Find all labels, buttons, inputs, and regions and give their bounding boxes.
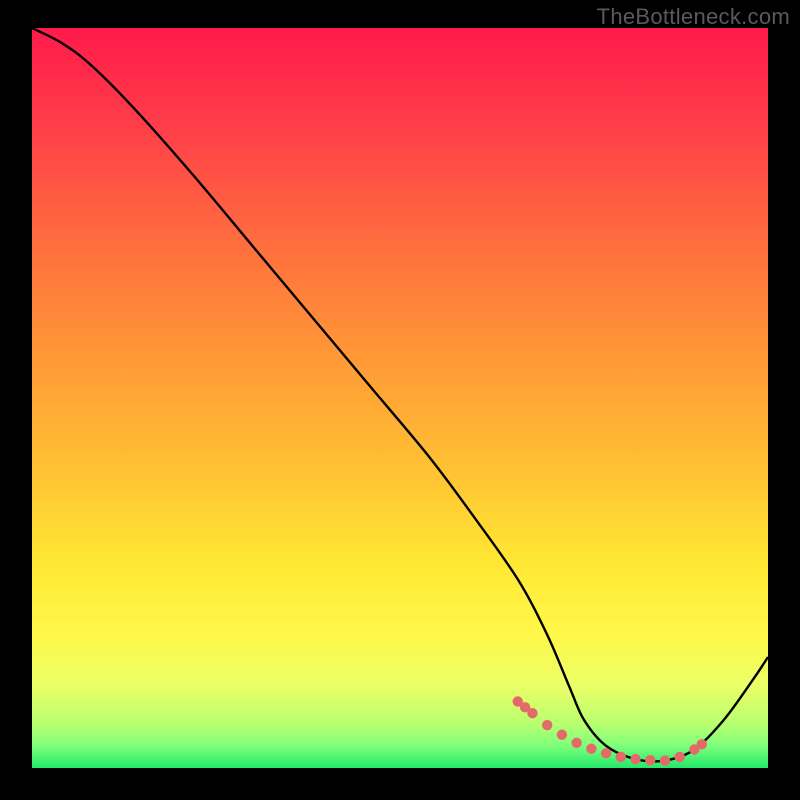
marker-dot xyxy=(674,752,684,762)
marker-dot xyxy=(645,755,655,765)
marker-dot xyxy=(697,739,707,749)
watermark-text: TheBottleneck.com xyxy=(597,4,790,30)
marker-dot xyxy=(527,708,537,718)
marker-dot xyxy=(616,752,626,762)
marker-dot xyxy=(630,754,640,764)
marker-dot xyxy=(586,744,596,754)
bottleneck-chart xyxy=(32,28,768,768)
marker-dot xyxy=(660,755,670,765)
gradient-background xyxy=(32,28,768,768)
chart-frame: TheBottleneck.com xyxy=(0,0,800,800)
marker-dot xyxy=(601,748,611,758)
marker-dot xyxy=(571,738,581,748)
plot-area xyxy=(32,28,768,768)
marker-dot xyxy=(542,720,552,730)
marker-dot xyxy=(557,730,567,740)
